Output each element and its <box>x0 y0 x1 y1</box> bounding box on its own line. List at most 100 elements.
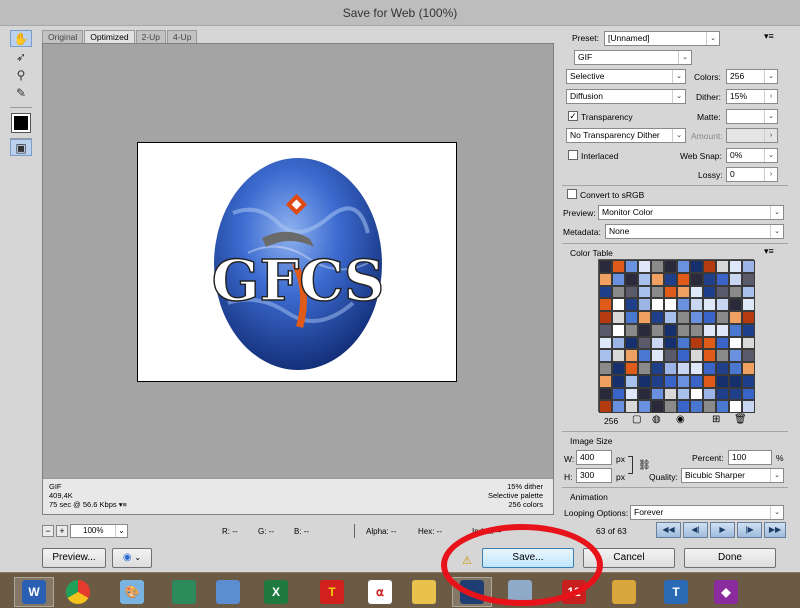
color-swatch[interactable] <box>625 298 638 311</box>
color-swatch[interactable] <box>703 298 716 311</box>
color-swatch[interactable] <box>625 387 638 401</box>
color-swatch[interactable] <box>729 285 742 299</box>
color-swatch[interactable] <box>716 285 729 299</box>
color-swatch[interactable] <box>729 336 742 350</box>
color-swatch[interactable] <box>742 400 755 413</box>
color-swatch[interactable] <box>612 387 625 401</box>
app-purple-icon[interactable]: ◆ <box>706 577 746 607</box>
width-input[interactable]: 400 <box>576 450 612 465</box>
color-swatch[interactable] <box>677 323 690 337</box>
color-swatch[interactable] <box>703 349 716 362</box>
color-swatch[interactable] <box>599 400 612 413</box>
color-swatch[interactable] <box>638 400 651 413</box>
previous-frame-icon[interactable]: ◀| <box>683 522 708 538</box>
color-swatch[interactable] <box>729 298 742 311</box>
color-swatch[interactable] <box>703 272 716 286</box>
color-swatch[interactable] <box>651 298 664 311</box>
window-icon[interactable] <box>500 577 540 607</box>
websnap-input[interactable]: 0% ⌄ <box>726 148 778 163</box>
first-frame-icon[interactable]: ◀◀ <box>656 522 681 538</box>
color-swatch[interactable] <box>664 336 677 350</box>
color-swatch[interactable] <box>664 400 677 413</box>
eyedropper-tool-icon[interactable]: ✎ <box>10 84 32 101</box>
lossy-input[interactable]: 0 › <box>726 167 778 182</box>
tab-4-up[interactable]: 4-Up <box>167 30 198 43</box>
optimize-menu-icon[interactable]: ▾≡ <box>764 31 774 42</box>
tab-optimized[interactable]: Optimized <box>84 30 135 43</box>
browser-preview-button[interactable]: ◉ ⌄ <box>112 548 152 568</box>
color-swatch[interactable] <box>742 374 755 388</box>
lock-color-icon[interactable]: ◉ <box>676 414 685 425</box>
color-swatch[interactable] <box>612 336 625 350</box>
preview-button[interactable]: Preview... <box>42 548 106 568</box>
color-swatch[interactable] <box>599 285 612 299</box>
preset-select[interactable]: [Unnamed] ⌄ <box>604 31 720 46</box>
matte-select[interactable]: ⌄ <box>726 109 778 124</box>
color-swatch[interactable] <box>651 285 664 299</box>
color-swatch[interactable] <box>703 374 716 388</box>
color-swatch[interactable] <box>729 349 742 362</box>
convert-srgb-checkbox[interactable] <box>567 189 577 199</box>
color-swatch[interactable] <box>703 362 716 375</box>
download-speed-menu-icon[interactable]: ▾≡ <box>119 500 127 509</box>
color-swatch[interactable] <box>742 387 755 401</box>
dither-algorithm-select[interactable]: Diffusion ⌄ <box>566 89 686 104</box>
map-color-icon[interactable]: ▢ <box>632 414 641 425</box>
color-swatch[interactable] <box>703 323 716 337</box>
color-table-menu-icon[interactable]: ▾≡ <box>764 246 774 257</box>
excel-icon[interactable]: X <box>256 577 296 607</box>
color-swatch[interactable] <box>690 374 703 388</box>
color-swatch[interactable] <box>651 349 664 362</box>
color-swatch[interactable] <box>716 400 729 413</box>
color-swatch[interactable] <box>638 336 651 350</box>
color-swatch[interactable] <box>625 349 638 362</box>
color-swatch[interactable] <box>677 400 690 413</box>
color-swatch[interactable] <box>625 336 638 350</box>
color-swatch[interactable] <box>599 362 612 375</box>
interlaced-checkbox[interactable] <box>568 150 578 160</box>
image-preview-area[interactable]: GFCS GIF 409,4K 75 sec @ 56.6 Kbps ▾≡ 15… <box>42 43 554 515</box>
color-swatch[interactable] <box>690 349 703 362</box>
image-canvas[interactable]: GFCS <box>137 142 457 382</box>
save-button[interactable]: Save... <box>482 548 574 568</box>
color-swatch[interactable] <box>742 260 755 273</box>
color-swatch[interactable] <box>716 387 729 401</box>
color-swatch[interactable] <box>612 349 625 362</box>
color-swatch[interactable] <box>664 374 677 388</box>
color-swatch[interactable] <box>690 298 703 311</box>
add-color-icon[interactable]: ⊞ <box>712 414 720 425</box>
dither-input[interactable]: 15% › <box>726 89 778 104</box>
color-swatch[interactable] <box>729 311 742 324</box>
color-swatch[interactable] <box>677 272 690 286</box>
color-swatch[interactable] <box>625 285 638 299</box>
color-swatch[interactable] <box>742 349 755 362</box>
paint-icon[interactable]: 🎨 <box>112 577 152 607</box>
color-swatch[interactable] <box>729 362 742 375</box>
color-swatch[interactable] <box>612 323 625 337</box>
preview-color-select[interactable]: Monitor Color ⌄ <box>598 205 784 220</box>
color-swatch[interactable] <box>638 362 651 375</box>
percent-input[interactable]: 100 <box>728 450 772 465</box>
color-swatch[interactable] <box>742 336 755 350</box>
color-swatch[interactable] <box>612 374 625 388</box>
color-swatch[interactable] <box>651 272 664 286</box>
trash-icon[interactable]: 🗑 <box>734 414 747 425</box>
color-swatch[interactable] <box>742 323 755 337</box>
color-swatch[interactable] <box>651 400 664 413</box>
play-icon[interactable]: ▶ <box>710 522 735 538</box>
transparency-checkbox[interactable]: ✓ <box>568 111 578 121</box>
color-swatch[interactable] <box>716 298 729 311</box>
color-swatch[interactable] <box>599 387 612 401</box>
color-swatch[interactable] <box>599 311 612 324</box>
color-swatch[interactable] <box>599 336 612 350</box>
color-swatch[interactable] <box>677 260 690 273</box>
zoom-out-button[interactable]: − <box>42 525 54 537</box>
color-swatch[interactable] <box>690 260 703 273</box>
color-swatch[interactable] <box>742 311 755 324</box>
toggle-slices-visibility-icon[interactable]: ▣ <box>10 139 32 156</box>
color-swatch[interactable] <box>664 323 677 337</box>
color-swatch[interactable] <box>690 272 703 286</box>
color-swatch[interactable] <box>664 272 677 286</box>
color-swatch[interactable] <box>703 387 716 401</box>
color-swatch[interactable] <box>612 362 625 375</box>
